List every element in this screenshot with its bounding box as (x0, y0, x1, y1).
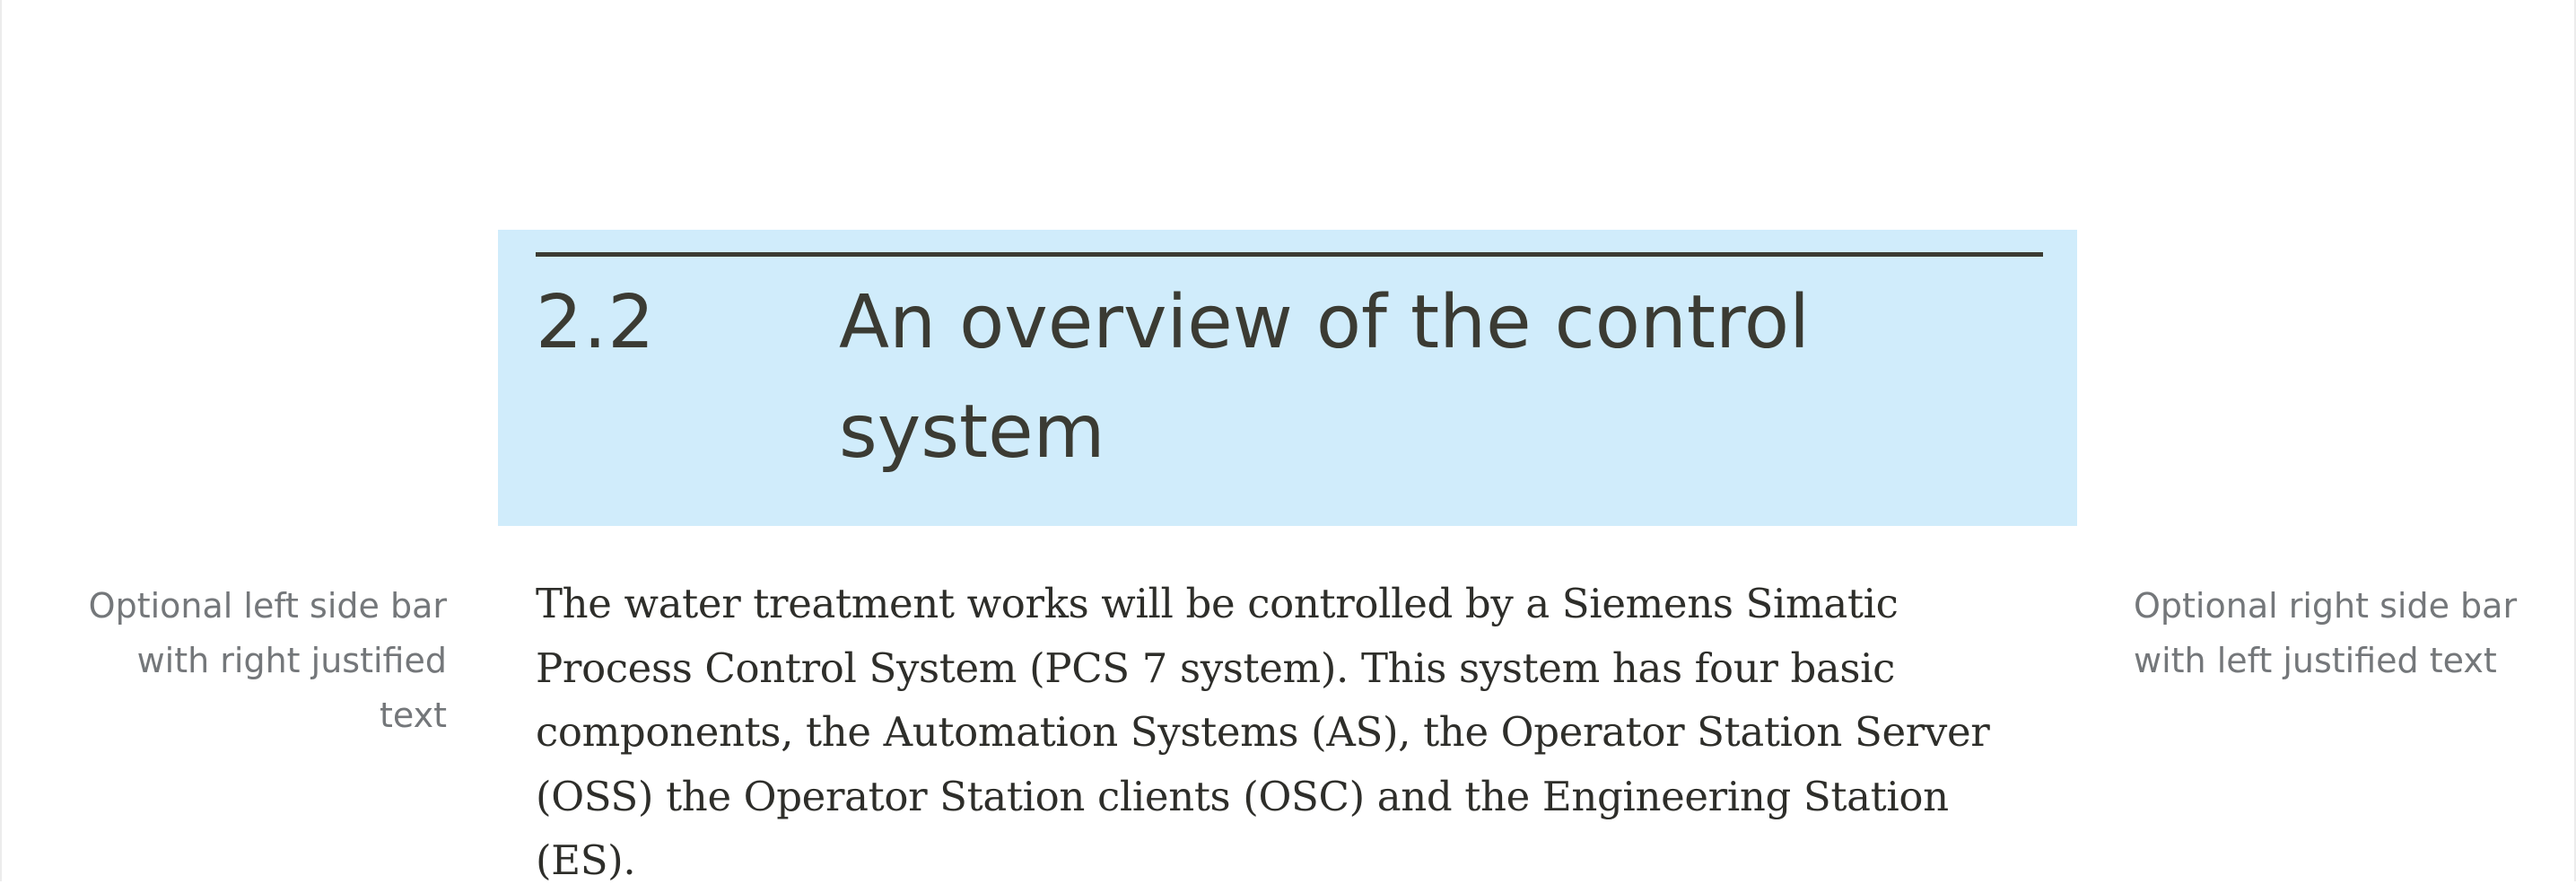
section-header: 2.2 An overview of the control system (498, 230, 2077, 526)
section-number: 2.2 (536, 280, 656, 365)
document-page: 2.2 An overview of the control system Op… (0, 0, 2576, 884)
body-paragraph: The water treatment works will be contro… (536, 580, 1990, 884)
left-sidebar-note: Optional left side bar with right justif… (88, 586, 447, 735)
section-title: An overview of the control system (839, 280, 1810, 475)
section-divider-rule (536, 252, 2043, 257)
right-sidebar-note: Optional right side bar with left justif… (2134, 586, 2518, 680)
